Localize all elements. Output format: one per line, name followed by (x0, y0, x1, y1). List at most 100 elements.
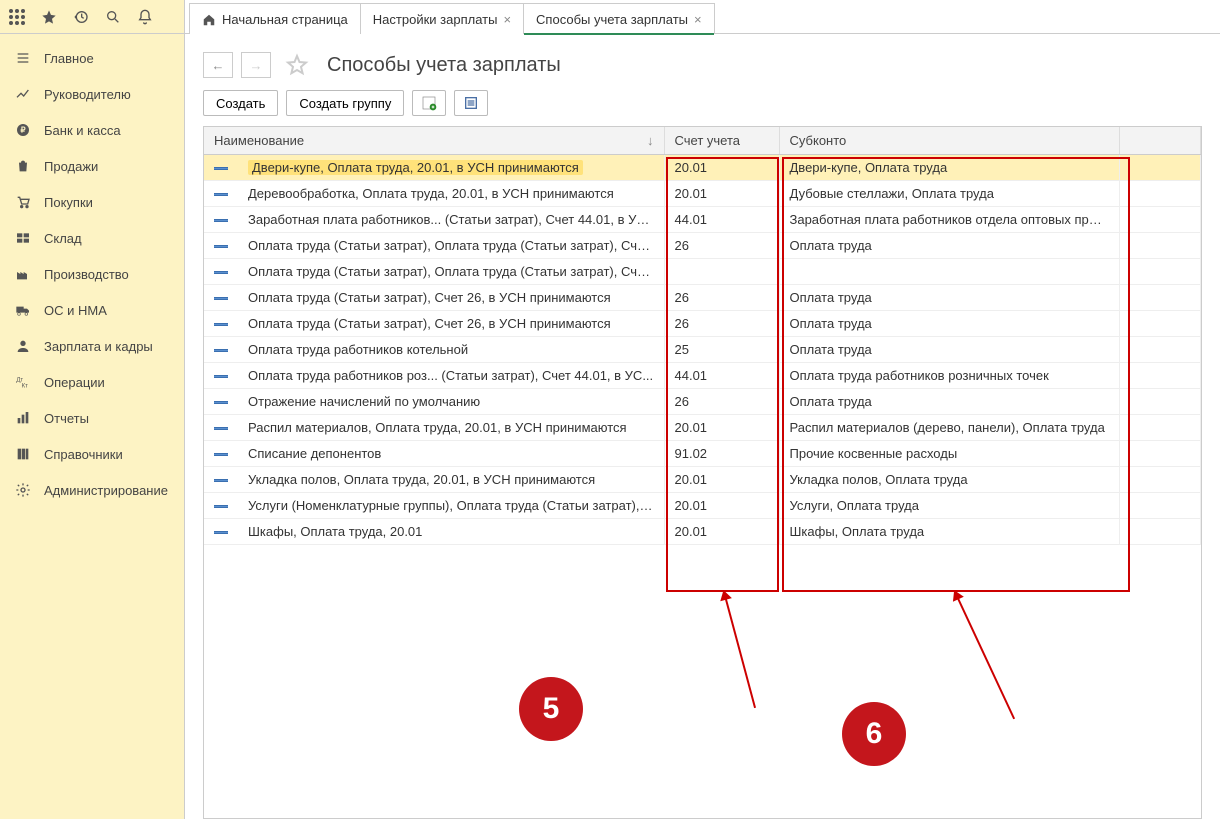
home-icon (202, 13, 216, 27)
sidebar-item-refs[interactable]: Справочники (0, 436, 184, 472)
sidebar-item-production[interactable]: Производство (0, 256, 184, 292)
create-group-button[interactable]: Создать группу (286, 90, 404, 116)
nav-forward-button[interactable]: → (241, 52, 271, 78)
cell-name: Деревообработка, Оплата труда, 20.01, в … (204, 181, 664, 207)
sidebar-item-main[interactable]: Главное (0, 40, 184, 76)
bell-icon[interactable] (136, 8, 154, 26)
tab-label: Настройки зарплаты (373, 12, 498, 27)
cell-subkonto: Распил материалов (дерево, панели), Опла… (779, 415, 1119, 441)
annotation-circle-5: 5 (519, 677, 583, 741)
sidebar-item-admin[interactable]: Администрирование (0, 472, 184, 508)
truck-icon (14, 301, 32, 319)
row-item-icon (214, 453, 228, 456)
history-icon[interactable] (72, 8, 90, 26)
books-icon (14, 445, 32, 463)
cell-subkonto: Двери-купе, Оплата труда (779, 155, 1119, 181)
cell-subkonto: Оплата труда (779, 285, 1119, 311)
tab-label: Способы учета зарплаты (536, 12, 688, 27)
topbar-icons (0, 0, 185, 33)
favorite-star-icon[interactable] (285, 53, 309, 77)
cell-empty (1119, 311, 1201, 337)
cell-empty (1119, 493, 1201, 519)
tabs-bar: Начальная страницаНастройки зарплаты×Спо… (185, 0, 1220, 33)
col-header-account[interactable]: Счет учета (664, 127, 779, 155)
sidebar-item-warehouse[interactable]: Склад (0, 220, 184, 256)
sidebar-item-operations[interactable]: ДтКтОперации (0, 364, 184, 400)
sort-indicator-icon: ↓ (647, 133, 654, 148)
close-icon[interactable]: × (503, 12, 511, 27)
nav-back-button[interactable]: ← (203, 52, 233, 78)
main-area: ← → Способы учета зарплаты Создать Созда… (185, 34, 1220, 819)
person-icon (14, 337, 32, 355)
trend-icon (14, 85, 32, 103)
cell-name: Отражение начислений по умолчанию (204, 389, 664, 415)
row-item-icon (214, 401, 228, 404)
cell-account: 91.02 (664, 441, 779, 467)
cell-empty (1119, 233, 1201, 259)
table-row[interactable]: Укладка полов, Оплата труда, 20.01, в УС… (204, 467, 1201, 493)
table-row[interactable]: Оплата труда (Статьи затрат), Оплата тру… (204, 259, 1201, 285)
table-row[interactable]: Деревообработка, Оплата труда, 20.01, в … (204, 181, 1201, 207)
excel-icon-button[interactable] (412, 90, 446, 116)
cell-name: Шкафы, Оплата труда, 20.01 (204, 519, 664, 545)
tab-settings[interactable]: Настройки зарплаты × (360, 3, 524, 34)
cell-subkonto: Оплата труда (779, 311, 1119, 337)
cell-subkonto (779, 259, 1119, 285)
cell-account: 20.01 (664, 519, 779, 545)
apps-icon[interactable] (8, 8, 26, 26)
svg-text:Дт: Дт (16, 377, 23, 383)
tab-home[interactable]: Начальная страница (189, 3, 361, 34)
cell-name: Оплата труда (Статьи затрат), Счет 26, в… (204, 311, 664, 337)
sidebar-item-purchases[interactable]: Покупки (0, 184, 184, 220)
table-row[interactable]: Оплата труда (Статьи затрат), Счет 26, в… (204, 285, 1201, 311)
sidebar-item-sales[interactable]: Продажи (0, 148, 184, 184)
sidebar-item-bank[interactable]: ₽Банк и касса (0, 112, 184, 148)
sidebar-item-manager[interactable]: Руководителю (0, 76, 184, 112)
col-header-name[interactable]: Наименование↓ (204, 127, 664, 155)
table-row[interactable]: Отражение начислений по умолчанию26Оплат… (204, 389, 1201, 415)
ruble-icon: ₽ (14, 121, 32, 139)
table-row[interactable]: Оплата труда работников котельной25Оплат… (204, 337, 1201, 363)
star-icon[interactable] (40, 8, 58, 26)
cell-account: 26 (664, 285, 779, 311)
cell-account: 44.01 (664, 363, 779, 389)
table-row[interactable]: Распил материалов, Оплата труда, 20.01, … (204, 415, 1201, 441)
table-row[interactable]: Услуги (Номенклатурные группы), Оплата т… (204, 493, 1201, 519)
tab-methods[interactable]: Способы учета зарплаты × (523, 3, 715, 34)
sidebar-item-os[interactable]: ОС и НМА (0, 292, 184, 328)
sidebar-item-label: Склад (44, 231, 82, 246)
search-icon[interactable] (104, 8, 122, 26)
sidebar-item-reports[interactable]: Отчеты (0, 400, 184, 436)
sidebar-item-label: Производство (44, 267, 129, 282)
sidebar-item-label: Продажи (44, 159, 98, 174)
sidebar-item-label: Операции (44, 375, 105, 390)
cell-empty (1119, 441, 1201, 467)
cell-account: 20.01 (664, 415, 779, 441)
cell-subkonto: Оплата труда работников розничных точек (779, 363, 1119, 389)
row-item-icon (214, 479, 228, 482)
cell-account: 20.01 (664, 467, 779, 493)
table-row[interactable]: Оплата труда работников роз... (Статьи з… (204, 363, 1201, 389)
col-header-subkonto[interactable]: Субконто (779, 127, 1119, 155)
table-row[interactable]: Заработная плата работников... (Статьи з… (204, 207, 1201, 233)
cell-empty (1119, 181, 1201, 207)
create-button[interactable]: Создать (203, 90, 278, 116)
sidebar-item-salary[interactable]: Зарплата и кадры (0, 328, 184, 364)
cell-empty (1119, 207, 1201, 233)
cell-name: Оплата труда работников котельной (204, 337, 664, 363)
cell-account: 26 (664, 389, 779, 415)
svg-text:₽: ₽ (20, 126, 25, 135)
annotation-arrow-6 (954, 592, 1015, 720)
list-icon-button[interactable] (454, 90, 488, 116)
close-icon[interactable]: × (694, 12, 702, 27)
table-row[interactable]: Списание депонентов91.02Прочие косвенные… (204, 441, 1201, 467)
gear-icon (14, 481, 32, 499)
table-row[interactable]: Оплата труда (Статьи затрат), Счет 26, в… (204, 311, 1201, 337)
col-header-empty (1119, 127, 1201, 155)
table-row[interactable]: Шкафы, Оплата труда, 20.0120.01Шкафы, Оп… (204, 519, 1201, 545)
table-row[interactable]: Оплата труда (Статьи затрат), Оплата тру… (204, 233, 1201, 259)
cell-subkonto: Заработная плата работников отдела оптов… (779, 207, 1119, 233)
table-row[interactable]: Двери-купе, Оплата труда, 20.01, в УСН п… (204, 155, 1201, 181)
bag-icon (14, 157, 32, 175)
row-item-icon (214, 297, 228, 300)
